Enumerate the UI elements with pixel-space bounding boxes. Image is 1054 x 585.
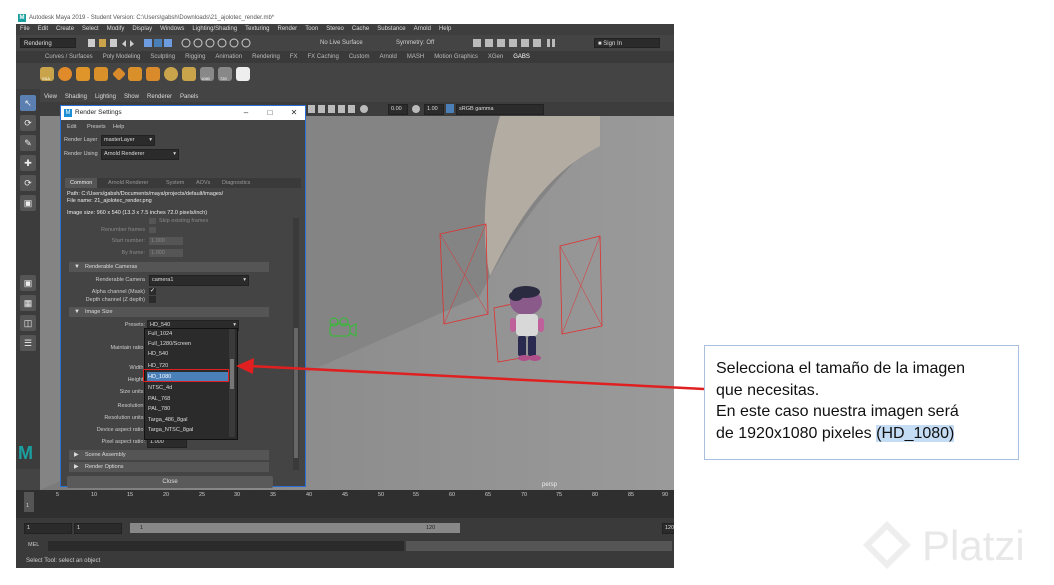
annotation-line: En este caso nuestra imagen será bbox=[716, 403, 959, 420]
annotation-arrow-head bbox=[236, 358, 254, 374]
annotation-line: Selecciona el tamaño de la imagen bbox=[716, 360, 966, 377]
annotation-callout: Selecciona el tamaño de la imagen que ne… bbox=[704, 345, 1019, 460]
annotation-highlight: (HD_1080) bbox=[876, 424, 955, 442]
annotation-arrow-layer bbox=[236, 358, 705, 391]
platzi-watermark: Platzi bbox=[922, 522, 1025, 569]
annotation-line: que necesitas. bbox=[716, 381, 820, 399]
annotation-line-text: de 1920x1080 pixeles bbox=[716, 424, 877, 442]
annotation-line: de 1920x1080 pixeles (HD_1080) bbox=[716, 423, 1008, 445]
annotation-arrow-line bbox=[249, 364, 705, 391]
